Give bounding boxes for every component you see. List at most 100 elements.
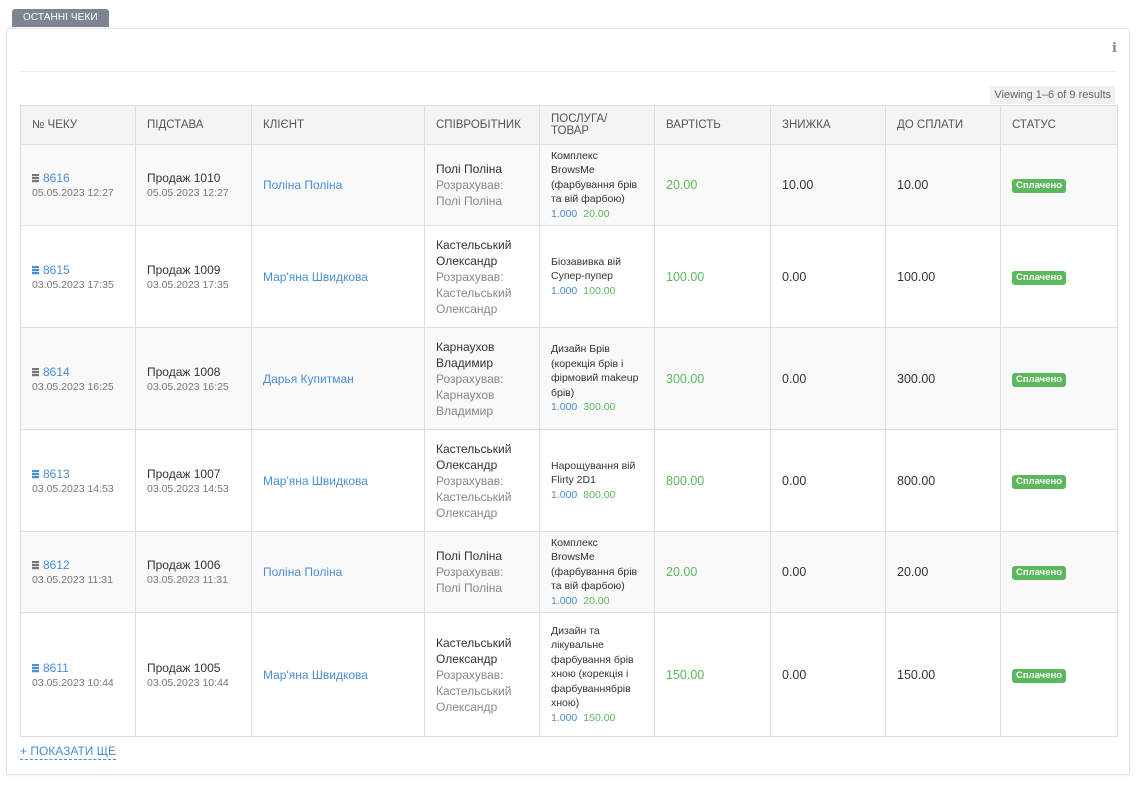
table-row: 8614 03.05.2023 16:25 Продаж 1008 03.05.202… xyxy=(20,327,1118,430)
cell-discount: 0.00 xyxy=(770,612,886,737)
service-price: 800.00 xyxy=(583,488,616,501)
show-more-link[interactable]: + ПОКАЗАТИ ЩЕ xyxy=(20,744,117,760)
to-pay-value: 150.00 xyxy=(897,667,936,682)
table-header-row: № ЧЕКУ ПІДСТАВА КЛІЄНТ СПІВРОБІТНИК ПОСЛ… xyxy=(20,105,1118,145)
cell-check: 8612 03.05.2023 11:31 xyxy=(20,531,136,613)
cell-employee: Кастельський Олександр Розрахував: Кастел… xyxy=(424,612,540,737)
table-row: 8611 03.05.2023 10:44 Продаж 1005 03.05.202… xyxy=(20,612,1118,737)
cell-to-pay: 150.00 xyxy=(885,612,1001,737)
status-badge: Сплачено xyxy=(1012,270,1067,285)
cell-basis: Продаж 1008 03.05.2023 16:25 xyxy=(135,327,252,430)
discount-value: 0.00 xyxy=(782,565,807,579)
check-number-link[interactable]: 8615 xyxy=(43,263,70,277)
basis-text: Продаж 1005 xyxy=(147,660,221,675)
cell-basis: Продаж 1009 03.05.2023 17:35 xyxy=(135,225,252,328)
cell-service: Комплекс BrowsMe (фарбування брів та вій… xyxy=(539,144,655,226)
cell-cost: 300.00 xyxy=(654,327,771,430)
col-employee[interactable]: СПІВРОБІТНИК xyxy=(424,105,540,145)
client-link[interactable]: Мар'яна Швидкова xyxy=(263,270,368,284)
cell-cost: 150.00 xyxy=(654,612,771,737)
cell-discount: 10.00 xyxy=(770,144,886,226)
to-pay-value: 10.00 xyxy=(897,178,929,192)
cell-check: 8611 03.05.2023 10:44 xyxy=(20,612,136,737)
cell-client: Поліна Поліна xyxy=(251,144,425,226)
check-number-link[interactable]: 8614 xyxy=(43,365,70,379)
col-client[interactable]: КЛІЄНТ xyxy=(251,105,425,145)
col-service[interactable]: ПОСЛУГА/ТОВАР xyxy=(539,105,655,145)
cost-value: 150.00 xyxy=(666,667,705,682)
col-basis[interactable]: ПІДСТАВА xyxy=(135,105,252,145)
discount-value: 0.00 xyxy=(782,371,807,386)
cell-to-pay: 800.00 xyxy=(885,429,1001,532)
service-qty: 1.000 xyxy=(551,488,578,501)
employee-role: Розрахував: Карнаухов Владимир xyxy=(436,371,504,418)
cell-check: 8613 03.05.2023 14:53 xyxy=(20,429,136,532)
employee-name: Кастельський Олександр xyxy=(436,237,512,268)
cell-employee: Кастельський Олександр Розрахував: Кастел… xyxy=(424,429,540,532)
basis-text: Продаж 1010 xyxy=(147,171,221,185)
service-qty: 1.000 xyxy=(551,711,578,724)
service-price: 20.00 xyxy=(583,207,610,220)
client-link[interactable]: Поліна Поліна xyxy=(263,565,342,579)
client-link[interactable]: Мар'яна Швидкова xyxy=(263,474,368,488)
table-row: 8616 05.05.2023 12:27 Продаж 1010 05.05.202… xyxy=(20,144,1118,226)
basis-date: 03.05.2023 17:35 xyxy=(147,278,229,291)
service-price: 300.00 xyxy=(583,401,616,414)
col-status[interactable]: СТАТУС xyxy=(1000,105,1118,145)
basis-date: 05.05.2023 12:27 xyxy=(147,187,229,199)
cell-status: Сплачено xyxy=(1000,225,1118,328)
to-pay-value: 800.00 xyxy=(897,473,936,488)
client-link[interactable]: Мар'яна Швидкова xyxy=(263,668,368,682)
client-link[interactable]: Поліна Поліна xyxy=(263,178,342,192)
cell-cost: 800.00 xyxy=(654,429,771,532)
check-date: 03.05.2023 10:44 xyxy=(32,676,114,689)
info-icon[interactable]: i xyxy=(1112,41,1117,56)
cost-value: 800.00 xyxy=(666,473,705,488)
employee-role: Розрахував: Кастельський Олександр xyxy=(436,667,512,714)
employee-name: Полі Поліна xyxy=(436,162,503,176)
cell-service: Комплекс BrowsMe (фарбування брів та вій… xyxy=(539,531,655,613)
cell-discount: 0.00 xyxy=(770,531,886,613)
cell-client: Дарья Купитман xyxy=(251,327,425,430)
cell-status: Сплачено xyxy=(1000,429,1118,532)
cell-client: Поліна Поліна xyxy=(251,531,425,613)
check-number-link[interactable]: 8616 xyxy=(43,171,70,185)
cell-to-pay: 100.00 xyxy=(885,225,1001,328)
document-icon xyxy=(32,367,39,377)
cost-value: 20.00 xyxy=(666,565,698,579)
cell-status: Сплачено xyxy=(1000,612,1118,737)
discount-value: 0.00 xyxy=(782,269,807,284)
cell-check: 8615 03.05.2023 17:35 xyxy=(20,225,136,328)
service-price: 100.00 xyxy=(583,284,616,297)
document-icon xyxy=(32,265,39,275)
check-date: 03.05.2023 11:31 xyxy=(32,574,113,586)
table-row: 8613 03.05.2023 14:53 Продаж 1007 03.05.202… xyxy=(20,429,1118,532)
col-discount[interactable]: ЗНИЖКА xyxy=(770,105,886,145)
check-date: 03.05.2023 16:25 xyxy=(32,380,114,393)
document-icon xyxy=(32,469,39,479)
check-number-link[interactable]: 8612 xyxy=(43,558,70,572)
col-cost[interactable]: ВАРТІСТЬ xyxy=(654,105,771,145)
cost-value: 100.00 xyxy=(666,269,705,284)
col-to-pay[interactable]: ДО СПЛАТИ xyxy=(885,105,1001,145)
cell-status: Сплачено xyxy=(1000,327,1118,430)
service-name: Комплекс BrowsMe (фарбування брів та вій… xyxy=(551,149,638,206)
tab-recent-checks[interactable]: ОСТАННІ ЧЕКИ xyxy=(12,9,109,27)
basis-date: 03.05.2023 14:53 xyxy=(147,482,229,495)
cost-value: 20.00 xyxy=(666,178,698,192)
basis-text: Продаж 1008 xyxy=(147,364,221,379)
check-date: 03.05.2023 14:53 xyxy=(32,482,114,495)
divider xyxy=(20,71,1116,72)
cell-cost: 20.00 xyxy=(654,531,771,613)
client-link[interactable]: Дарья Купитман xyxy=(263,372,354,386)
check-number-link[interactable]: 8611 xyxy=(43,661,69,675)
basis-date: 03.05.2023 11:31 xyxy=(147,574,228,586)
check-number-link[interactable]: 8613 xyxy=(43,467,70,481)
document-icon xyxy=(32,174,39,183)
cell-client: Мар'яна Швидкова xyxy=(251,225,425,328)
cell-client: Мар'яна Швидкова xyxy=(251,612,425,737)
service-name: Біозавивка вій Супер-пупер xyxy=(551,255,621,283)
check-date: 05.05.2023 12:27 xyxy=(32,187,114,199)
col-check-number[interactable]: № ЧЕКУ xyxy=(20,105,136,145)
employee-role: Розрахував: Полі Поліна xyxy=(436,565,504,595)
